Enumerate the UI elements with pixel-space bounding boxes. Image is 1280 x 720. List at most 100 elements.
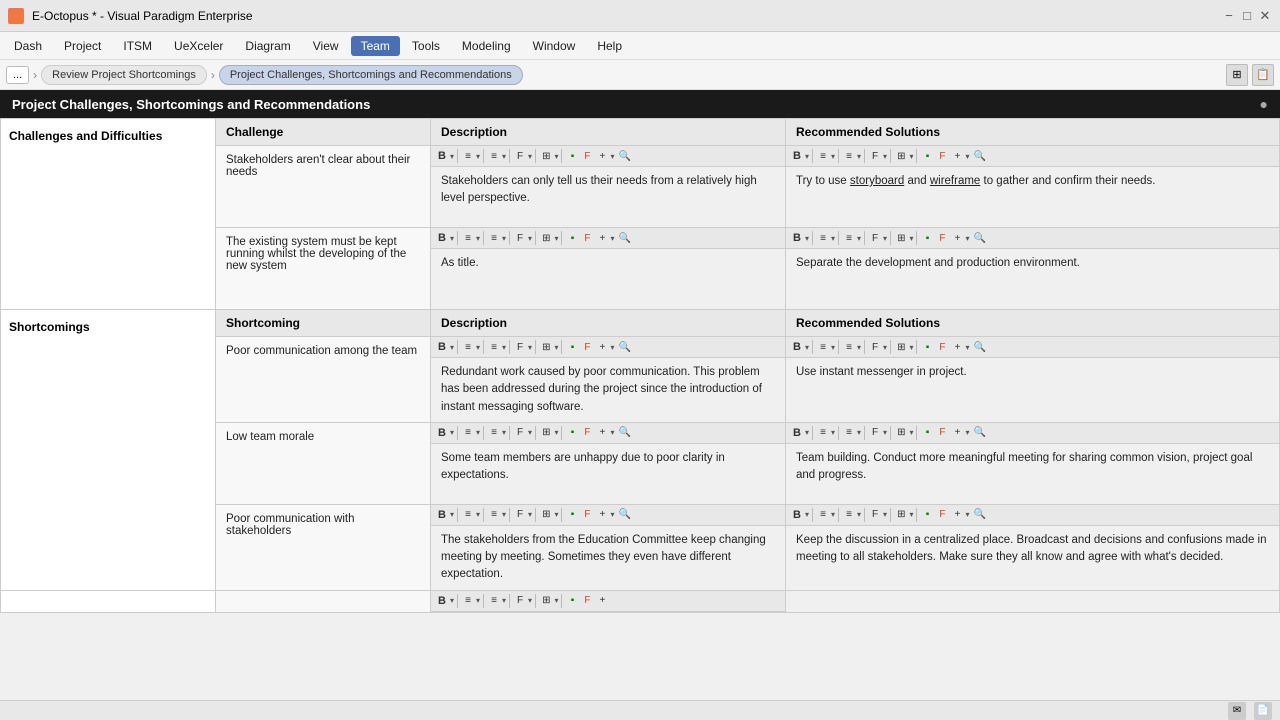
table-btn[interactable]: ⊞ [894,232,908,245]
shortcoming-3-rec-content[interactable]: Keep the discussion in a centralized pla… [786,526,1279,586]
format-btn[interactable]: F [580,594,594,607]
format-btn[interactable]: F [935,508,949,521]
shortcoming-2-rec-content[interactable]: Team building. Conduct more meaningful m… [786,444,1279,504]
indent-btn[interactable]: ≡ [487,594,501,607]
format-btn[interactable]: F [935,426,949,439]
add-btn[interactable]: + [950,426,964,439]
format-btn[interactable]: F [580,508,594,521]
align-btn[interactable]: ≡ [461,341,475,354]
font-btn[interactable]: F [513,232,527,245]
format-btn[interactable]: F [935,150,949,163]
img-btn[interactable]: ▪ [920,232,934,245]
img-btn[interactable]: ▪ [565,508,579,521]
indent-btn[interactable]: ≡ [842,341,856,354]
shortcoming-2-desc-content[interactable]: Some team members are unhappy due to poo… [431,444,785,504]
table-btn[interactable]: ⊞ [539,594,553,607]
table-btn[interactable]: ⊞ [894,426,908,439]
format-btn[interactable]: F [580,232,594,245]
indent-btn[interactable]: ≡ [842,232,856,245]
challenge-1-rec-cell[interactable]: B ▾ ≡ ▾ ≡ ▾ F ▾ ⊞ ▾ [786,146,1280,228]
menu-tools[interactable]: Tools [402,36,450,56]
breadcrumb-icon-doc[interactable]: 📋 [1252,64,1274,86]
menu-itsm[interactable]: ITSM [113,36,162,56]
table-btn[interactable]: ⊞ [894,341,908,354]
menu-project[interactable]: Project [54,36,111,56]
add-btn[interactable]: + [595,426,609,439]
challenge-2-desc-cell[interactable]: B ▾ ≡ ▾ ≡ ▾ F ▾ ⊞ ▾ [431,228,786,310]
table-btn[interactable]: ⊞ [539,426,553,439]
img-btn[interactable]: ▪ [565,426,579,439]
search-btn[interactable]: 🔍 [970,232,988,245]
challenge-2-desc-content[interactable]: As title. [431,249,785,309]
search-btn[interactable]: 🔍 [615,150,633,163]
align-btn[interactable]: ≡ [461,594,475,607]
align-btn[interactable]: ≡ [816,341,830,354]
menu-window[interactable]: Window [523,36,586,56]
format-btn[interactable]: F [580,426,594,439]
menu-view[interactable]: View [303,36,349,56]
indent-btn[interactable]: ≡ [487,232,501,245]
menu-dash[interactable]: Dash [4,36,52,56]
align-btn[interactable]: ≡ [461,426,475,439]
bold-btn[interactable]: B [435,340,449,354]
align-btn[interactable]: ≡ [816,232,830,245]
shortcoming-3-rec-cell[interactable]: B ▾ ≡ ▾ ≡ ▾ F ▾ ⊞ ▾ [786,504,1280,590]
search-btn[interactable]: 🔍 [615,232,633,245]
close-button[interactable]: ✕ [1258,9,1272,23]
shortcoming-1-rec-cell[interactable]: B ▾ ≡ ▾ ≡ ▾ F ▾ ⊞ ▾ [786,337,1280,423]
bold-btn[interactable]: B [790,426,804,440]
font-btn[interactable]: F [868,232,882,245]
shortcoming-2-desc-cell[interactable]: B ▾ ≡ ▾ ≡ ▾ F ▾ ⊞ ▾ [431,422,786,504]
font-btn[interactable]: F [513,150,527,163]
menu-team[interactable]: Team [351,36,400,56]
search-btn[interactable]: 🔍 [615,426,633,439]
align-btn[interactable]: ≡ [461,232,475,245]
font-btn[interactable]: F [513,508,527,521]
search-btn[interactable]: 🔍 [615,341,633,354]
bold-btn[interactable]: B [435,594,449,608]
bold-btn[interactable]: B [790,231,804,245]
add-btn[interactable]: + [950,232,964,245]
bold-btn[interactable]: B [790,149,804,163]
search-btn[interactable]: 🔍 [970,150,988,163]
table-btn[interactable]: ⊞ [539,341,553,354]
breadcrumb-icon-grid[interactable]: ⊞ [1226,64,1248,86]
img-btn[interactable]: ▪ [565,594,579,607]
font-btn[interactable]: F [868,508,882,521]
challenge-2-rec-cell[interactable]: B ▾ ≡ ▾ ≡ ▾ F ▾ ⊞ ▾ [786,228,1280,310]
add-btn[interactable]: + [595,232,609,245]
format-btn[interactable]: F [580,150,594,163]
shortcoming-3-desc-cell[interactable]: B ▾ ≡ ▾ ≡ ▾ F ▾ ⊞ ▾ [431,504,786,590]
shortcoming-2-rec-cell[interactable]: B ▾ ≡ ▾ ≡ ▾ F ▾ ⊞ ▾ [786,422,1280,504]
img-btn[interactable]: ▪ [920,426,934,439]
indent-btn[interactable]: ≡ [487,426,501,439]
format-btn[interactable]: F [580,341,594,354]
img-btn[interactable]: ▪ [565,232,579,245]
indent-btn[interactable]: ≡ [487,150,501,163]
add-btn[interactable]: + [595,594,609,607]
format-btn[interactable]: F [935,232,949,245]
search-btn[interactable]: 🔍 [970,426,988,439]
align-btn[interactable]: ≡ [461,508,475,521]
breadcrumb-challenges[interactable]: Project Challenges, Shortcomings and Rec… [219,65,523,85]
search-btn[interactable]: 🔍 [615,508,633,521]
add-btn[interactable]: + [950,341,964,354]
menu-modeling[interactable]: Modeling [452,36,521,56]
breadcrumb-more[interactable]: ... [6,66,29,84]
font-btn[interactable]: F [513,341,527,354]
menu-uexceler[interactable]: UeXceler [164,36,233,56]
maximize-button[interactable]: □ [1240,9,1254,23]
table-btn[interactable]: ⊞ [539,150,553,163]
bold-btn[interactable]: B [435,426,449,440]
table-btn[interactable]: ⊞ [894,508,908,521]
shortcoming-1-desc-content[interactable]: Redundant work caused by poor communicat… [431,358,785,422]
add-btn[interactable]: + [595,341,609,354]
breadcrumb-review[interactable]: Review Project Shortcomings [41,65,207,85]
align-btn[interactable]: ≡ [816,508,830,521]
align-btn[interactable]: ≡ [816,426,830,439]
font-btn[interactable]: F [868,150,882,163]
table-btn[interactable]: ⊞ [894,150,908,163]
align-btn[interactable]: ≡ [461,150,475,163]
bold-btn[interactable]: B [790,508,804,522]
img-btn[interactable]: ▪ [920,341,934,354]
